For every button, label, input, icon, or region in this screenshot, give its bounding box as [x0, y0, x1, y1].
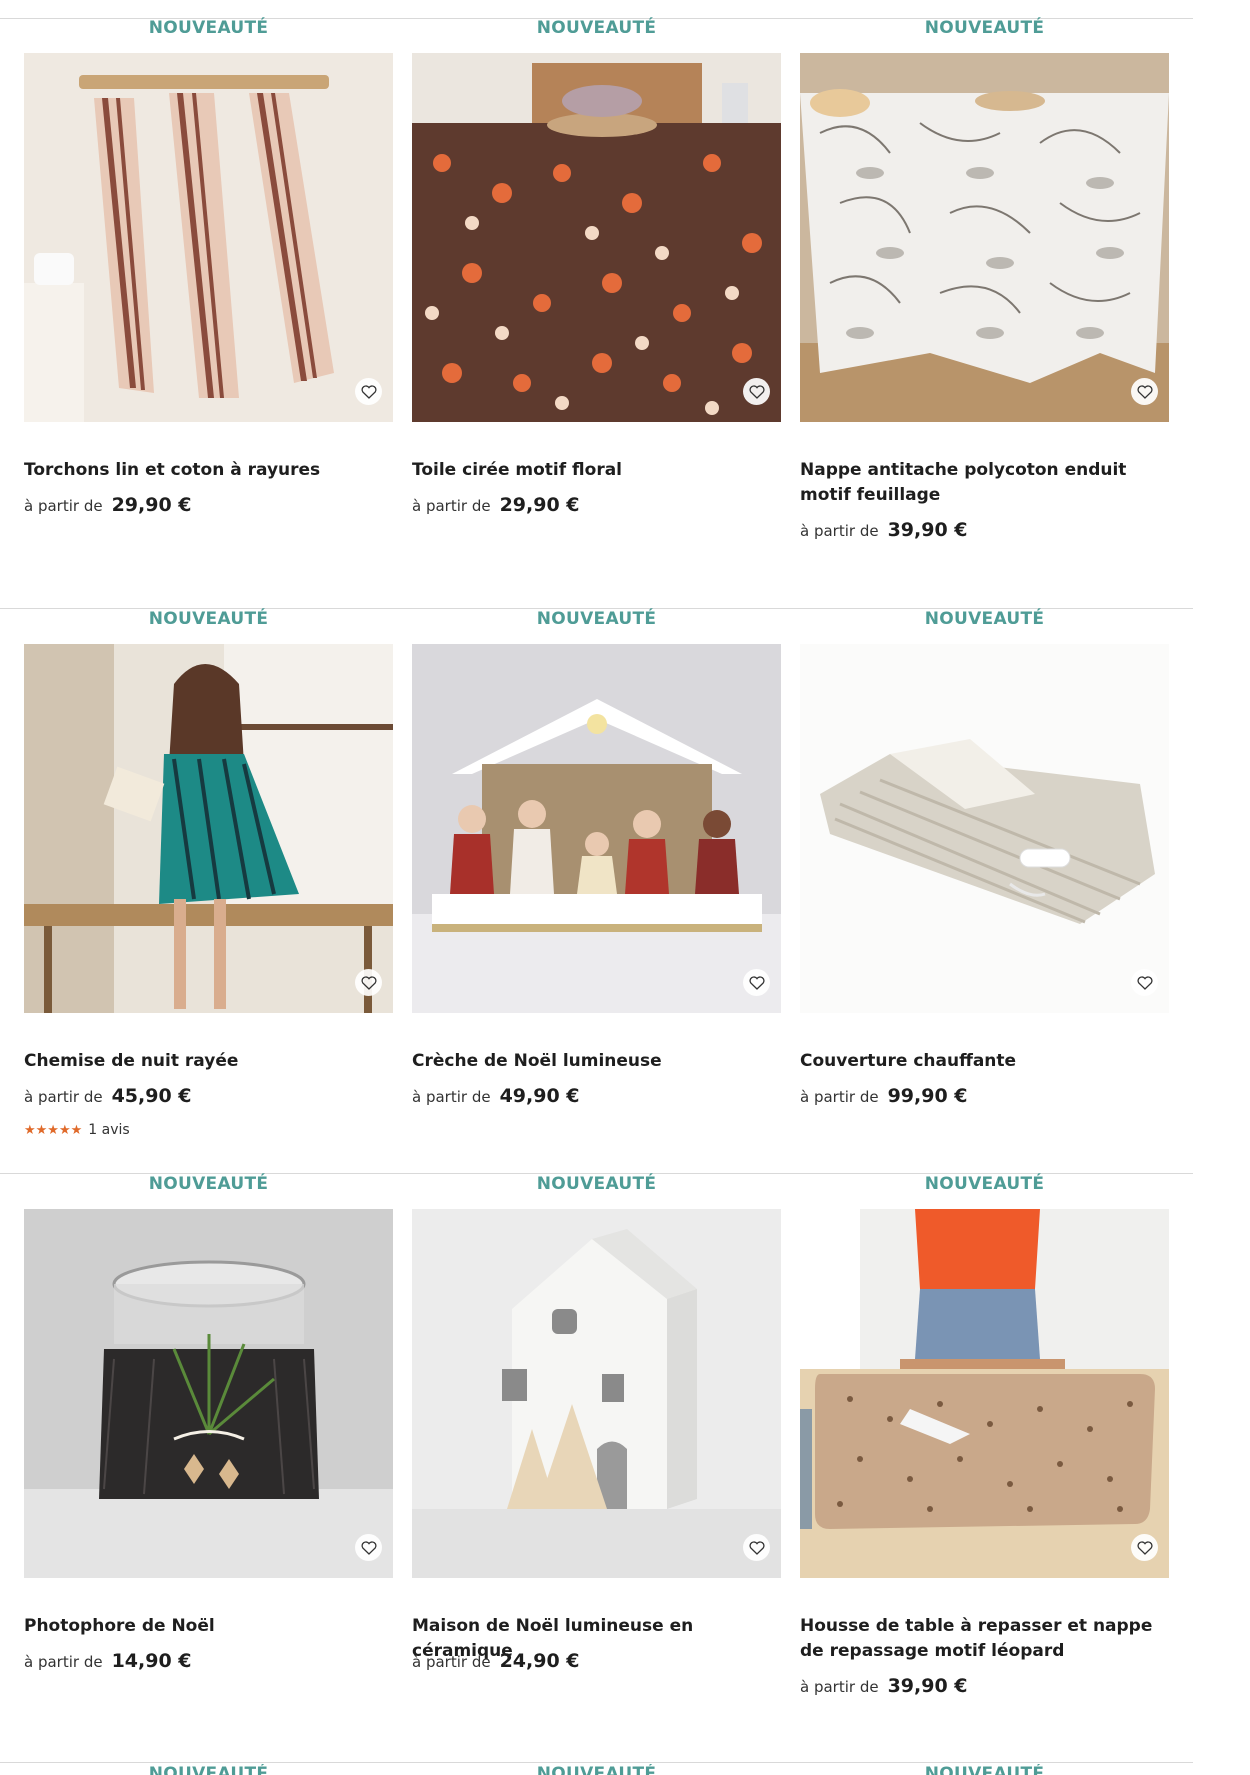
product-title[interactable]: Chemise de nuit rayée [24, 1049, 393, 1074]
price: 45,90 € [111, 1085, 192, 1107]
price-from-label: à partir de [24, 1088, 103, 1106]
price: 49,90 € [499, 1085, 580, 1107]
wishlist-heart-icon[interactable] [1131, 378, 1158, 405]
new-badge: NOUVEAUTÉ [536, 1764, 657, 1775]
new-badge: NOUVEAUTÉ [924, 18, 1045, 38]
price-row: à partir de 99,90 € [800, 1085, 968, 1107]
price-row: à partir de 29,90 € [24, 494, 192, 516]
product-image-striped-nightshirt[interactable] [24, 644, 393, 1013]
price-row: à partir de 39,90 € [800, 519, 968, 541]
product-image-nativity-scene[interactable] [412, 644, 781, 1013]
price: 39,90 € [887, 1675, 968, 1697]
product-title[interactable]: Housse de table à repasser et nappe de r… [800, 1614, 1169, 1664]
new-badge: NOUVEAUTÉ [536, 1174, 657, 1194]
price-from-label: à partir de [800, 1678, 879, 1696]
new-badge: NOUVEAUTÉ [148, 1174, 269, 1194]
wishlist-heart-icon[interactable] [743, 378, 770, 405]
price: 14,90 € [111, 1650, 192, 1672]
product-image-floral-tablecloth[interactable] [412, 53, 781, 422]
new-badge: NOUVEAUTÉ [924, 1764, 1045, 1775]
wishlist-heart-icon[interactable] [355, 1534, 382, 1561]
price: 29,90 € [499, 494, 580, 516]
price-from-label: à partir de [24, 1653, 103, 1671]
price-row: à partir de 29,90 € [412, 494, 580, 516]
price: 24,90 € [499, 1650, 580, 1672]
wishlist-heart-icon[interactable] [355, 969, 382, 996]
rating-stars-icon: ★★★★★ [24, 1122, 83, 1138]
new-badge: NOUVEAUTÉ [148, 18, 269, 38]
product-image-leaf-tablecloth[interactable] [800, 53, 1169, 422]
product-title[interactable]: Couverture chauffante [800, 1049, 1169, 1074]
price-row: à partir de 39,90 € [800, 1675, 968, 1697]
price-from-label: à partir de [800, 522, 879, 540]
price: 99,90 € [887, 1085, 968, 1107]
wishlist-heart-icon[interactable] [743, 969, 770, 996]
new-badge: NOUVEAUTÉ [148, 1764, 269, 1775]
price-row: à partir de 49,90 € [412, 1085, 580, 1107]
new-badge: NOUVEAUTÉ [148, 609, 269, 629]
product-image-tea-towels[interactable] [24, 53, 393, 422]
product-title[interactable]: Crèche de Noël lumineuse [412, 1049, 781, 1074]
product-image-leopard-ironing-mat[interactable] [800, 1209, 1169, 1578]
new-badge: NOUVEAUTÉ [536, 609, 657, 629]
price-from-label: à partir de [412, 1653, 491, 1671]
price-row: à partir de 24,90 € [412, 1650, 580, 1672]
price: 39,90 € [887, 519, 968, 541]
product-image-heated-blanket[interactable] [800, 644, 1169, 1013]
product-title[interactable]: Photophore de Noël [24, 1614, 393, 1639]
price: 29,90 € [111, 494, 192, 516]
new-badge: NOUVEAUTÉ [924, 1174, 1045, 1194]
price-from-label: à partir de [412, 1088, 491, 1106]
price-row: à partir de 14,90 € [24, 1650, 192, 1672]
new-badge: NOUVEAUTÉ [924, 609, 1045, 629]
wishlist-heart-icon[interactable] [743, 1534, 770, 1561]
product-title[interactable]: Nappe antitache polycoton enduit motif f… [800, 458, 1169, 508]
price-row: à partir de 45,90 € [24, 1085, 192, 1107]
wishlist-heart-icon[interactable] [355, 378, 382, 405]
new-badge: NOUVEAUTÉ [536, 18, 657, 38]
wishlist-heart-icon[interactable] [1131, 969, 1158, 996]
price-from-label: à partir de [800, 1088, 879, 1106]
price-from-label: à partir de [412, 497, 491, 515]
review-count[interactable]: 1 avis [88, 1122, 129, 1138]
product-image-ceramic-christmas-house[interactable] [412, 1209, 781, 1578]
wishlist-heart-icon[interactable] [1131, 1534, 1158, 1561]
product-title[interactable]: Torchons lin et coton à rayures [24, 458, 393, 483]
row-separator [0, 1762, 1193, 1763]
rating[interactable]: ★★★★★ 1 avis [24, 1122, 130, 1138]
price-from-label: à partir de [24, 497, 103, 515]
product-image-christmas-candle-holder[interactable] [24, 1209, 393, 1578]
product-title[interactable]: Toile cirée motif floral [412, 458, 781, 483]
